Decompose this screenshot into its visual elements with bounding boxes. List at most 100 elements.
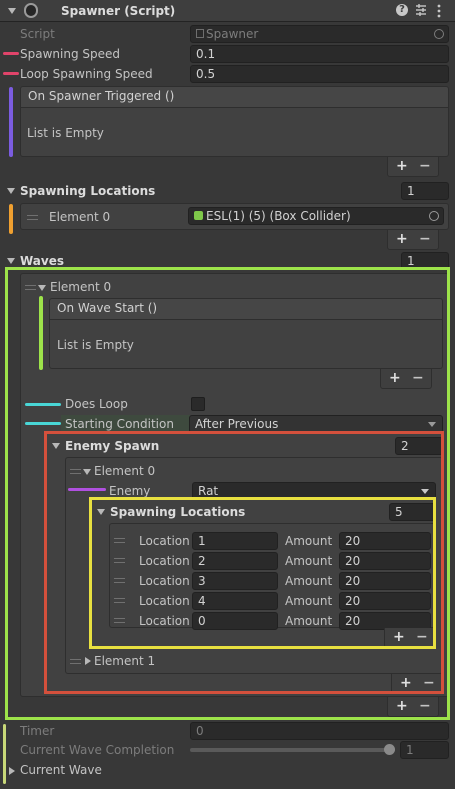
preset-icon[interactable] (415, 3, 427, 17)
remove-button[interactable]: − (423, 675, 435, 691)
remove-button[interactable]: − (416, 629, 428, 645)
event-body: List is Empty (20, 107, 449, 157)
component-header[interactable]: Spawner (Script) ? (0, 0, 455, 22)
enemy-label: Enemy (109, 484, 151, 498)
completion-label: Current Wave Completion (20, 743, 175, 757)
annotation-stripe-cyan (25, 422, 61, 425)
location-row: Location 4 Amount 20 (110, 592, 437, 612)
drag-handle-icon[interactable] (114, 578, 125, 583)
starting-condition-dropdown[interactable]: After Previous (189, 415, 443, 433)
add-button[interactable]: + (396, 231, 408, 247)
enemy-spawn-list: Element 0 Enemy Rat Spawning Locations 5… (65, 457, 443, 674)
event-title: On Spawner Triggered () (28, 89, 175, 103)
location-field[interactable]: 4 (192, 592, 278, 610)
spawning-locations-add-remove: + − (387, 230, 439, 250)
amount-label: Amount (285, 594, 333, 608)
starting-condition-label: Starting Condition (65, 417, 174, 431)
location-row: Location 1 Amount 20 (110, 532, 437, 552)
amount-label: Amount (285, 574, 333, 588)
remove-button[interactable]: − (419, 231, 431, 247)
add-button[interactable]: + (389, 370, 401, 386)
foldout-arrow-icon[interactable] (7, 188, 15, 194)
completion-field: 1 (400, 741, 449, 759)
foldout-arrow-icon[interactable] (52, 443, 60, 449)
does-loop-checkbox[interactable] (191, 397, 205, 411)
current-wave-label: Current Wave (20, 763, 102, 777)
location-label: Location (139, 594, 190, 608)
more-menu-icon[interactable] (437, 4, 441, 18)
loop-spawning-speed-label: Loop Spawning Speed (20, 67, 153, 81)
foldout-arrow-icon[interactable] (83, 469, 91, 475)
drag-handle-icon[interactable] (27, 215, 38, 220)
does-loop-label: Does Loop (65, 397, 128, 411)
loop-spawning-speed-field[interactable]: 0.5 (190, 65, 449, 83)
object-picker-icon[interactable] (434, 29, 444, 39)
remove-button[interactable]: − (419, 158, 431, 174)
amount-field[interactable]: 20 (339, 552, 431, 570)
script-field: Spawner (190, 25, 449, 43)
help-icon[interactable]: ? (396, 4, 408, 16)
drag-handle-icon[interactable] (25, 285, 36, 290)
spawning-locations-list: Element 0 ESL(1) (5) (Box Collider) (20, 203, 449, 230)
remove-button[interactable]: − (412, 370, 424, 386)
location-label: Location (139, 574, 190, 588)
amount-field[interactable]: 20 (339, 572, 431, 590)
amount-field[interactable]: 20 (339, 532, 431, 550)
enemy-spawn-count[interactable]: 2 (395, 437, 443, 455)
foldout-arrow-icon[interactable] (38, 285, 46, 291)
completion-slider-thumb (384, 744, 395, 755)
drag-handle-icon[interactable] (114, 598, 125, 603)
location-row: Location 3 Amount 20 (110, 572, 437, 592)
enemy-element-label: Element 0 (94, 464, 156, 478)
waves-label: Waves (20, 254, 65, 268)
completion-slider (190, 748, 395, 752)
add-button[interactable]: + (396, 698, 408, 714)
waves-add-remove: + − (387, 697, 439, 717)
enemy-spawn-add-remove: + − (391, 674, 443, 694)
spawning-locations-label: Spawning Locations (20, 184, 156, 198)
object-picker-icon[interactable] (429, 211, 439, 221)
foldout-arrow-icon[interactable] (9, 767, 15, 775)
drag-handle-icon[interactable] (114, 538, 125, 543)
spawning-speed-field[interactable]: 0.1 (190, 45, 449, 63)
on-wave-start-body: List is Empty (49, 319, 443, 369)
spawning-locations-count[interactable]: 1 (401, 182, 449, 200)
event-empty-text: List is Empty (57, 338, 134, 352)
drag-handle-icon[interactable] (70, 659, 81, 664)
location-field[interactable]: 2 (192, 552, 278, 570)
drag-handle-icon[interactable] (114, 618, 125, 623)
chevron-down-icon (428, 422, 436, 427)
on-wave-start-header: On Wave Start () (49, 298, 443, 320)
chevron-down-icon (421, 489, 429, 494)
nested-spawning-locations-count[interactable]: 5 (389, 503, 436, 521)
object-field[interactable]: ESL(1) (5) (Box Collider) (188, 207, 444, 225)
foldout-arrow-icon[interactable] (7, 258, 15, 264)
enemy-dropdown[interactable]: Rat (192, 482, 436, 500)
foldout-arrow-icon[interactable] (8, 8, 16, 14)
add-button[interactable]: + (396, 158, 408, 174)
component-title: Spawner (Script) (61, 4, 176, 18)
waves-count[interactable]: 1 (401, 252, 449, 270)
add-button[interactable]: + (400, 675, 412, 691)
spawning-speed-label: Spawning Speed (20, 47, 120, 61)
amount-field[interactable]: 20 (339, 592, 431, 610)
event-header: On Spawner Triggered () (20, 86, 449, 108)
location-row: Location 2 Amount 20 (110, 552, 437, 572)
location-field[interactable]: 1 (192, 532, 278, 550)
foldout-arrow-icon[interactable] (85, 657, 91, 665)
annotation-stripe-lime (3, 724, 6, 784)
remove-button[interactable]: − (419, 698, 431, 714)
annotation-stripe-orange (9, 204, 13, 234)
drag-handle-icon[interactable] (70, 469, 81, 474)
foldout-arrow-icon[interactable] (97, 509, 105, 515)
drag-handle-icon[interactable] (114, 558, 125, 563)
location-field[interactable]: 0 (192, 612, 278, 630)
timer-field: 0 (190, 722, 449, 740)
amount-label: Amount (285, 534, 333, 548)
event-add-remove: + − (387, 157, 439, 177)
location-field[interactable]: 3 (192, 572, 278, 590)
event-empty-text: List is Empty (27, 126, 104, 140)
amount-label: Amount (285, 614, 333, 628)
add-button[interactable]: + (393, 629, 405, 645)
script-label: Script (20, 27, 55, 41)
